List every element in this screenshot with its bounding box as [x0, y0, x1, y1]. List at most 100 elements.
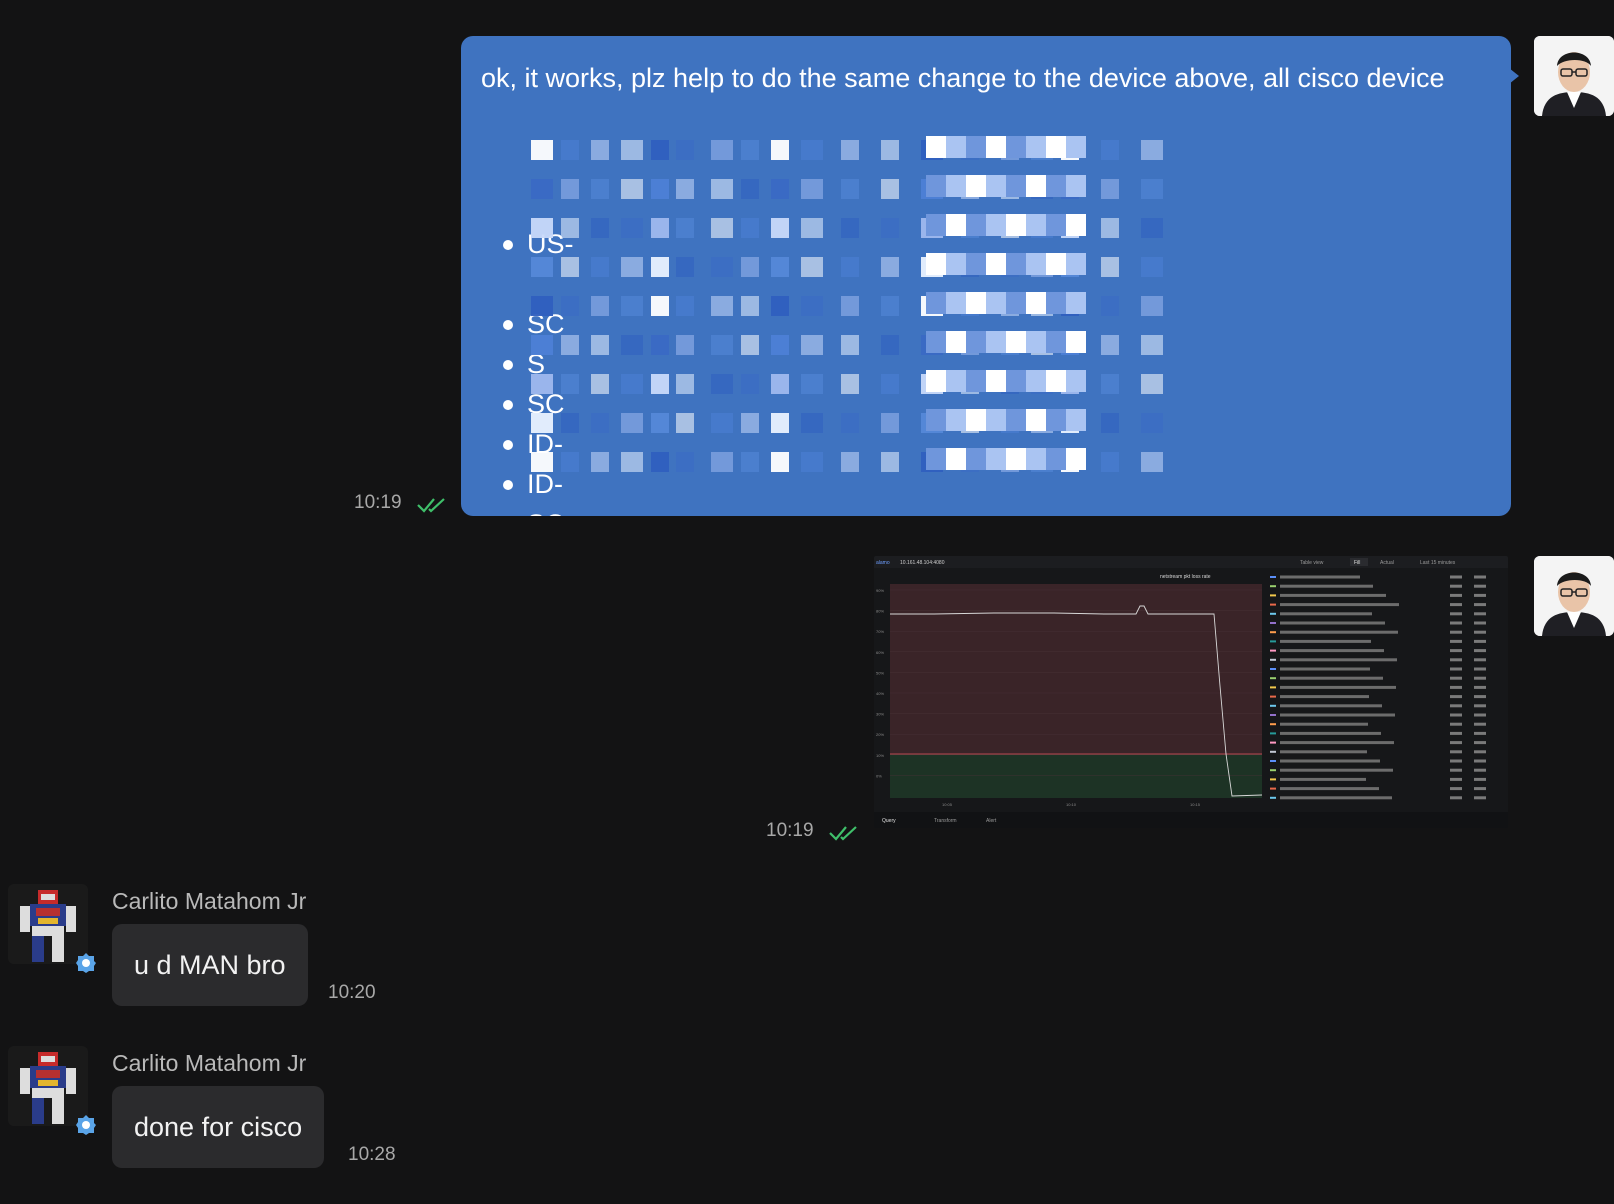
pixel-block	[1141, 218, 1163, 238]
pixel-block	[986, 409, 1006, 431]
screenshot-image[interactable]: alamo 10.161.48.104:4080 Table view Fill…	[874, 556, 1508, 828]
pixel-block	[741, 374, 759, 394]
x-tick-label: 10:05	[942, 802, 953, 807]
legend-row-text	[1280, 593, 1386, 597]
legend-row-text	[1280, 759, 1380, 763]
read-check-icon	[829, 826, 857, 841]
pixel-block	[531, 374, 553, 394]
legend-value	[1450, 649, 1462, 653]
message-timestamp: 10:28	[348, 1144, 396, 1165]
legend-value	[1474, 777, 1486, 781]
pixel-block	[1066, 370, 1086, 392]
tab-query[interactable]: Query	[882, 818, 896, 824]
pixel-block	[771, 296, 789, 316]
pixel-block	[1141, 413, 1163, 433]
legend-value	[1474, 731, 1486, 735]
legend-swatch	[1270, 622, 1276, 624]
legend-swatch	[1270, 769, 1276, 772]
pixel-block	[881, 452, 899, 472]
legend-row-text	[1280, 777, 1366, 781]
legend-swatch	[1270, 658, 1276, 661]
pixel-block	[986, 214, 1006, 236]
legend-row-text	[1280, 630, 1398, 634]
sender-name[interactable]: Carlito Matahom Jr	[112, 888, 306, 915]
pixel-block	[841, 218, 859, 238]
toolbar-host: 10.161.48.104:4080	[900, 560, 945, 566]
pixel-block	[801, 335, 823, 355]
pixel-block	[881, 296, 899, 316]
pixel-block	[841, 374, 859, 394]
pixel-block	[561, 179, 579, 199]
legend-value	[1474, 575, 1486, 579]
incoming-message-bubble[interactable]: done for cisco	[112, 1086, 325, 1168]
pixel-block	[926, 253, 946, 275]
pixel-block	[1046, 370, 1066, 392]
pixel-block	[561, 296, 579, 316]
legend-row-text	[1280, 603, 1399, 607]
legend-value	[1450, 777, 1462, 781]
pixel-block	[771, 374, 789, 394]
pixel-block	[591, 335, 609, 355]
pixel-block	[1006, 175, 1026, 197]
pixel-block	[1101, 335, 1119, 355]
legend-row-text	[1280, 575, 1360, 579]
pixel-block	[1026, 448, 1046, 470]
outgoing-message-bubble[interactable]: ok, it works, plz help to do the same ch…	[461, 36, 1511, 516]
pixel-block	[1006, 292, 1026, 314]
legend-value	[1474, 796, 1486, 800]
avatar-portrait-icon	[1534, 556, 1614, 636]
legend-row-text	[1280, 750, 1367, 754]
pixel-block	[711, 452, 733, 472]
pixel-block	[711, 374, 733, 394]
pixel-block	[986, 292, 1006, 314]
pixel-block	[1066, 331, 1086, 353]
pixel-block	[741, 257, 759, 277]
pixel-block	[591, 218, 609, 238]
legend-row-text	[1280, 639, 1371, 643]
legend-value	[1450, 796, 1462, 800]
incoming-message-bubble[interactable]: u d MAN bro	[112, 924, 308, 1006]
pixel-block	[801, 179, 823, 199]
pixel-block	[531, 140, 553, 160]
legend-value	[1474, 603, 1486, 607]
pixel-block	[561, 452, 579, 472]
pixel-block	[621, 374, 643, 394]
pixel-block	[841, 179, 859, 199]
my-avatar[interactable]	[1534, 556, 1614, 636]
pixel-block	[621, 452, 643, 472]
y-tick-label: 30%	[876, 712, 884, 717]
tab-transform[interactable]: Transform	[934, 818, 957, 824]
pixel-block	[946, 370, 966, 392]
legend-value	[1474, 768, 1486, 772]
legend-value	[1450, 741, 1462, 745]
y-tick-label: 70%	[876, 629, 884, 634]
pixel-block	[531, 257, 553, 277]
pixel-block	[621, 413, 643, 433]
pixel-block	[591, 374, 609, 394]
y-tick-label: 20%	[876, 732, 884, 737]
sender-name[interactable]: Carlito Matahom Jr	[112, 1050, 306, 1077]
pixel-block	[881, 413, 899, 433]
pixel-block	[651, 257, 669, 277]
verified-badge-icon	[76, 953, 96, 973]
legend-value	[1450, 621, 1462, 625]
legend-value	[1450, 676, 1462, 680]
grafana-panel-screenshot: alamo 10.161.48.104:4080 Table view Fill…	[874, 556, 1508, 828]
legend-row-text	[1280, 704, 1382, 708]
pixel-block	[711, 413, 733, 433]
pixel-block	[1006, 409, 1026, 431]
my-avatar[interactable]	[1534, 36, 1614, 116]
tab-alert[interactable]: Alert	[986, 818, 997, 824]
legend-value	[1474, 787, 1486, 791]
pixel-block	[771, 179, 789, 199]
pixel-block	[926, 214, 946, 236]
pixel-block	[621, 140, 643, 160]
legend-swatch	[1270, 612, 1276, 615]
pixel-block	[966, 175, 986, 197]
legend-value	[1474, 750, 1486, 754]
pixel-block	[986, 448, 1006, 470]
legend-swatch	[1270, 640, 1276, 643]
pixel-block	[676, 257, 694, 277]
legend-value	[1450, 575, 1462, 579]
legend-value	[1450, 603, 1462, 607]
